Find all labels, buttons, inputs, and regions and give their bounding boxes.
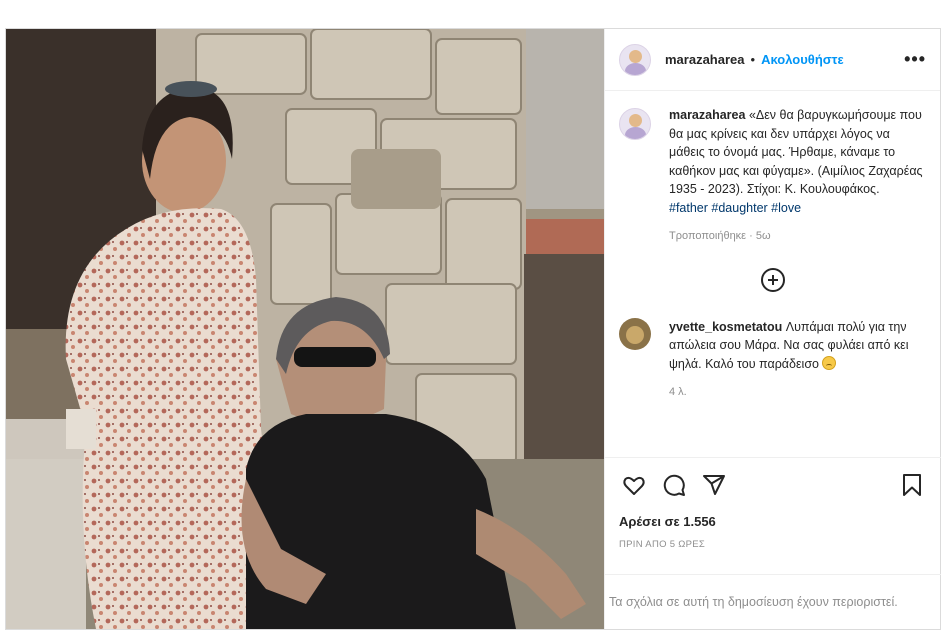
likes-count[interactable]: Αρέσει σε 1.556 — [619, 514, 927, 529]
comments-list[interactable]: marazaharea «Δεν θα βαρυγκωμήσουμε που θ… — [605, 92, 941, 456]
author-avatar[interactable] — [619, 43, 651, 76]
post-photo[interactable] — [6, 29, 604, 629]
caption-username[interactable]: marazaharea — [669, 108, 745, 122]
caption-body: marazaharea «Δεν θα βαρυγκωμήσουμε που θ… — [669, 106, 927, 246]
send-icon[interactable] — [699, 470, 729, 500]
comment-item: yvette_kosmetatou Λυπάμαι πολύ για την α… — [605, 292, 941, 402]
post-timestamp[interactable]: ΠΡΙΝ ΑΠΟ 5 ΩΡΕΣ — [619, 539, 927, 550]
photo-image — [6, 29, 604, 629]
post-actions: Αρέσει σε 1.556 ΠΡΙΝ ΑΠΟ 5 ΩΡΕΣ — [605, 457, 941, 550]
comment-body: yvette_kosmetatou Λυπάμαι πολύ για την α… — [669, 318, 927, 402]
comment-username[interactable]: yvette_kosmetatou — [669, 320, 782, 334]
load-more-comments[interactable] — [605, 267, 941, 292]
plus-circle-icon[interactable] — [761, 267, 785, 292]
caption-hashtags[interactable]: #father #daughter #love — [669, 199, 927, 218]
sad-face-emoji — [822, 355, 837, 370]
action-icons — [619, 458, 927, 512]
caption: marazaharea «Δεν θα βαρυγκωμήσουμε που θ… — [605, 92, 941, 246]
comments-restricted-notice: Τα σχόλια σε αυτή τη δημοσίευση έχουν πε… — [605, 574, 941, 629]
follow-button[interactable]: Ακολουθήστε — [761, 52, 844, 67]
comment-time: 4 λ. — [669, 386, 687, 398]
heart-icon[interactable] — [619, 470, 649, 500]
header-separator: • — [750, 52, 756, 67]
bookmark-icon[interactable] — [897, 470, 927, 500]
more-options-icon[interactable]: ••• — [904, 49, 926, 70]
caption-meta: Τροποποιήθηκε · 5ω — [669, 230, 771, 242]
post-sidebar: marazaharea • Ακολουθήστε ••• marazahare… — [604, 29, 941, 629]
instagram-post: marazaharea • Ακολουθήστε ••• marazahare… — [5, 28, 941, 630]
caption-avatar[interactable] — [619, 108, 651, 140]
author-username[interactable]: marazaharea — [665, 52, 745, 67]
comment-icon[interactable] — [659, 470, 689, 500]
commenter-avatar[interactable] — [619, 317, 651, 350]
post-header: marazaharea • Ακολουθήστε ••• — [605, 29, 940, 91]
